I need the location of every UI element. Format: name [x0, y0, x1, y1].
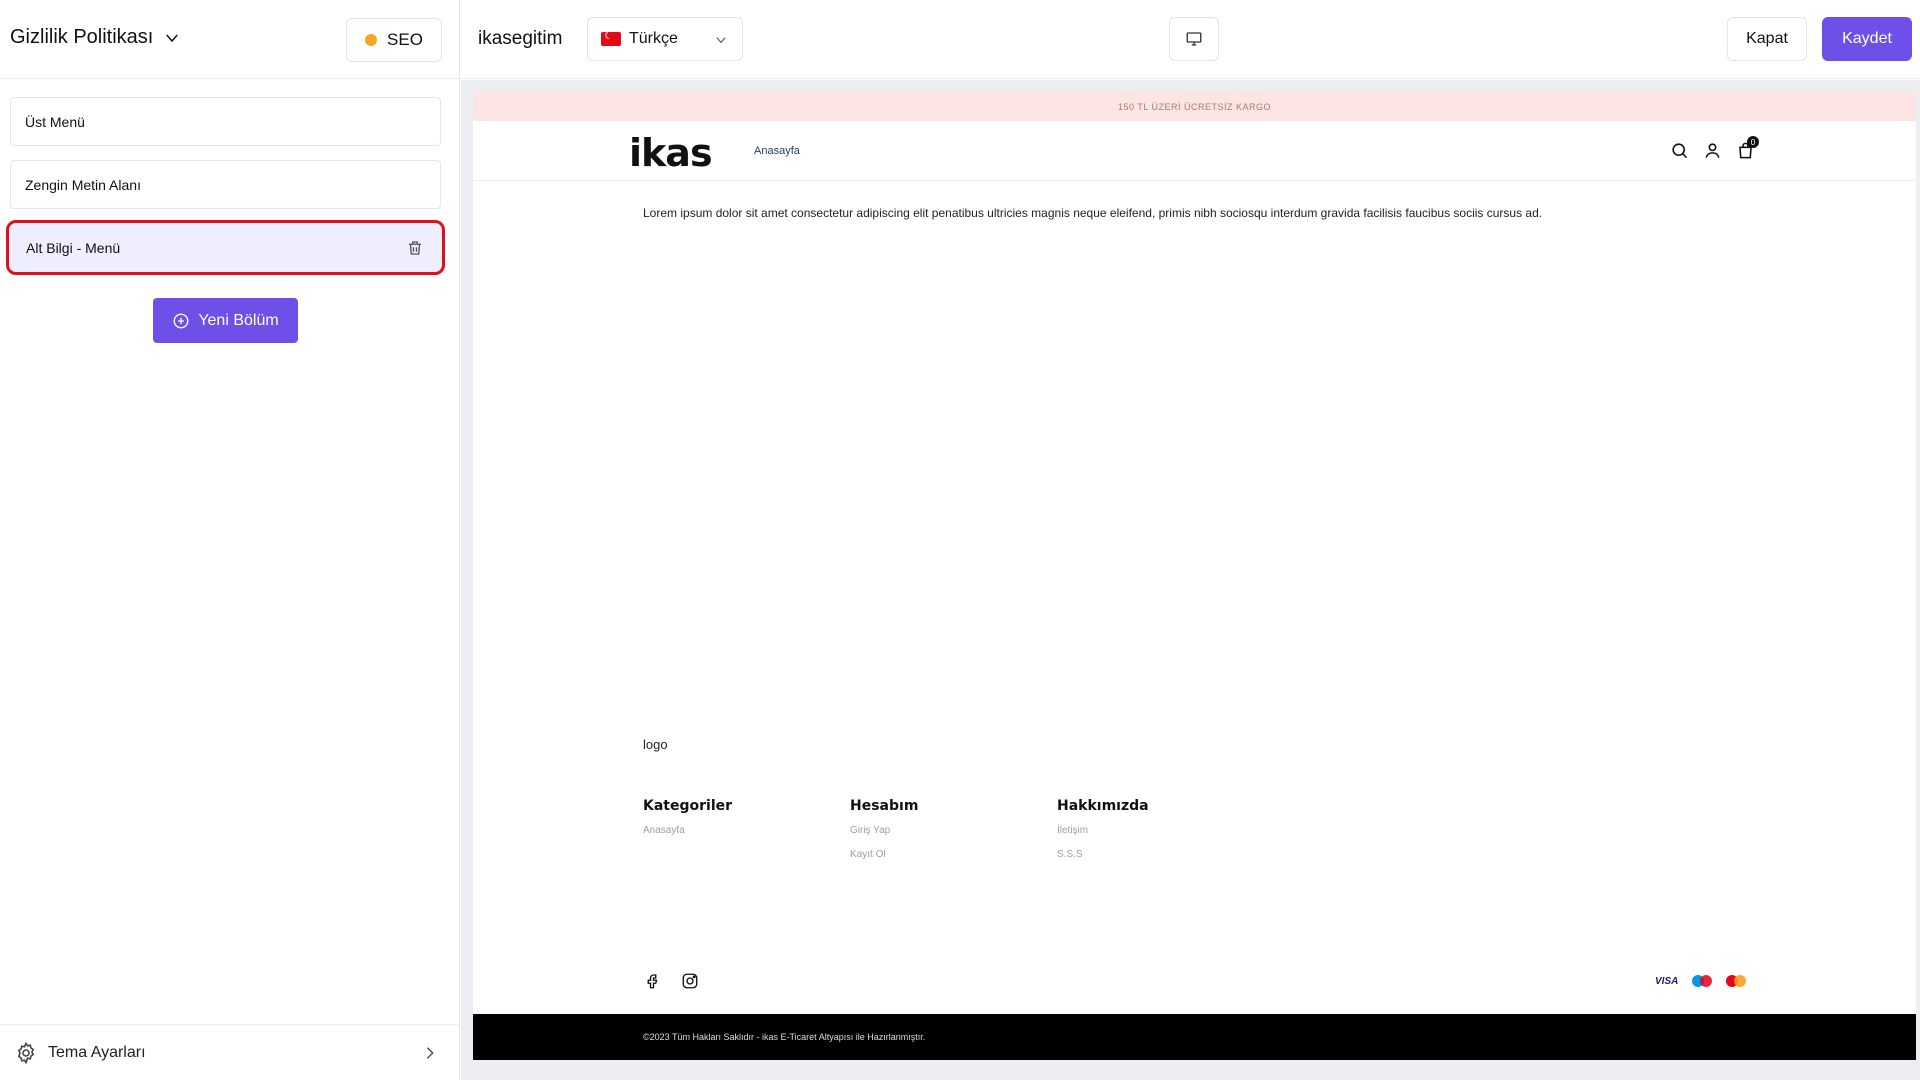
language-select[interactable]: Türkçe: [587, 17, 743, 61]
store-preview[interactable]: 150 TL ÜZERİ ÜCRETSİZ KARGO ikas Anasayf…: [473, 92, 1916, 1060]
turkey-flag-icon: [601, 32, 621, 46]
seo-label: SEO: [387, 30, 423, 49]
gear-icon: [17, 1041, 35, 1064]
visa-logo: VISA: [1655, 975, 1679, 987]
left-sidebar: Gizlilik Politikası SEO Üst Menü Zengin …: [0, 0, 460, 1080]
maestro-icon: [1692, 975, 1713, 987]
section-item-top-menu[interactable]: Üst Menü: [10, 97, 441, 146]
footer-column-title: Hesabım: [850, 798, 919, 814]
rich-text-content: Lorem ipsum dolor sit amet consectetur a…: [643, 206, 1543, 220]
copyright-bar: ©2023 Tüm Hakları Saklıdır - ikas E-Tica…: [473, 1014, 1916, 1060]
store-name: ikasegitim: [478, 28, 563, 49]
user-icon[interactable]: [1703, 141, 1722, 160]
footer-link[interactable]: Giriş Yap: [850, 825, 918, 836]
monitor-icon: [1186, 32, 1202, 46]
close-button[interactable]: Kapat: [1727, 17, 1807, 61]
footer-link[interactable]: İletişim: [1057, 825, 1149, 836]
cart-button[interactable]: 0: [1736, 136, 1759, 165]
footer-logo: logo: [643, 737, 668, 752]
store-header: ikas Anasayfa 0: [473, 121, 1916, 181]
theme-settings-button[interactable]: Tema Ayarları: [0, 1024, 460, 1080]
section-item-footer-menu[interactable]: Alt Bilgi - Menü: [6, 220, 445, 275]
section-item-label: Üst Menü: [25, 113, 85, 130]
cart-count-badge: 0: [1747, 136, 1759, 148]
instagram-icon[interactable]: [681, 972, 699, 990]
nav-link-home[interactable]: Anasayfa: [754, 145, 800, 157]
new-section-label: Yeni Bölüm: [198, 311, 279, 329]
footer-column-title: Hakkımızda: [1057, 798, 1149, 814]
promo-banner: 150 TL ÜZERİ ÜCRETSİZ KARGO: [473, 92, 1916, 121]
seo-button[interactable]: SEO: [346, 18, 442, 62]
chevron-down-icon: [716, 37, 726, 44]
sidebar-header: Gizlilik Politikası SEO: [0, 0, 459, 79]
search-icon[interactable]: [1670, 141, 1689, 160]
footer-column-categories: Kategoriler Anasayfa: [643, 798, 732, 849]
seo-status-dot: [365, 34, 378, 46]
top-bar: ikasegitim Türkçe Kapat Kaydet: [460, 0, 1920, 79]
facebook-icon[interactable]: [643, 972, 661, 990]
footer-column-title: Kategoriler: [643, 798, 733, 814]
theme-settings-label: Tema Ayarları: [48, 1043, 146, 1061]
mastercard-icon: [1726, 975, 1747, 987]
header-icons: 0: [1670, 136, 1759, 165]
footer-link[interactable]: Kayıt Ol: [850, 849, 918, 860]
new-section-button[interactable]: Yeni Bölüm: [153, 298, 298, 343]
chevron-right-icon: [426, 1046, 434, 1059]
page-title: Gizlilik Politikası: [10, 26, 154, 48]
section-item-rich-text[interactable]: Zengin Metin Alanı: [10, 160, 441, 209]
save-button[interactable]: Kaydet: [1822, 17, 1912, 61]
copyright-text: ©2023 Tüm Hakları Saklıdır - ikas E-Tica…: [643, 1032, 926, 1042]
section-item-label: Alt Bilgi - Menü: [26, 239, 121, 256]
page-selector[interactable]: Gizlilik Politikası: [10, 26, 181, 49]
desktop-view-button[interactable]: [1169, 17, 1219, 61]
footer-column-account: Hesabım Giriş Yap Kayıt Ol: [850, 798, 918, 873]
trash-icon[interactable]: [406, 239, 424, 257]
section-item-label: Zengin Metin Alanı: [25, 176, 141, 193]
social-links: [643, 972, 699, 990]
footer-link[interactable]: Anasayfa: [643, 825, 732, 836]
footer-link[interactable]: S.S.S: [1057, 849, 1149, 860]
footer-column-about: Hakkımızda İletişim S.S.S: [1057, 798, 1149, 873]
chevron-down-icon: [166, 34, 179, 42]
language-label: Türkçe: [629, 30, 678, 47]
plus-circle-icon: [173, 313, 189, 328]
payment-methods: VISA: [1655, 975, 1747, 987]
store-logo[interactable]: ikas: [629, 131, 713, 175]
